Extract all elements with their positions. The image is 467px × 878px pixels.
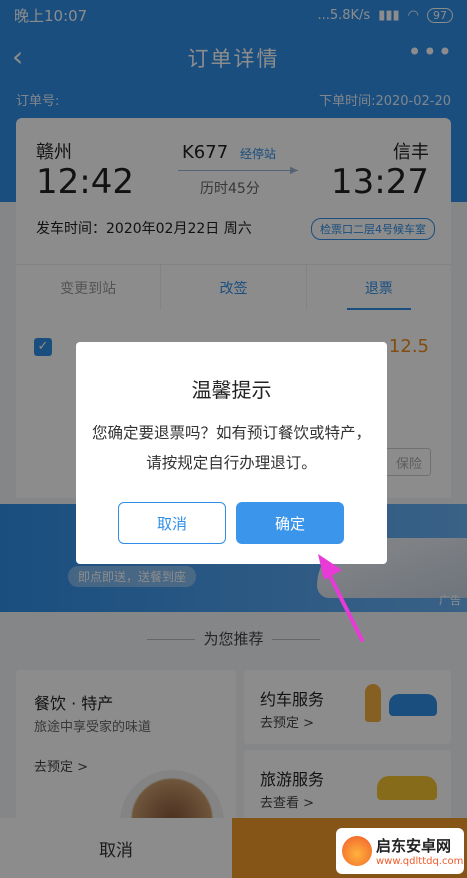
watermark-url: www.qdlttdq.com [376,856,464,867]
dialog-message: 您确定要退票吗？如有预订餐饮或特产，请按规定自行办理退订。 [91,424,371,472]
dialog-cancel-button[interactable]: 取消 [118,502,226,544]
watermark: 启东安卓网 www.qdlttdq.com [336,828,464,874]
pointer-arrow-icon [318,554,364,642]
dialog-title: 温馨提示 [191,378,272,402]
refund-confirm-dialog: 温馨提示 您确定要退票吗？如有预订餐饮或特产，请按规定自行办理退订。 取消 确定 [76,342,387,564]
watermark-logo-icon [342,836,372,866]
watermark-name: 启东安卓网 [376,837,452,855]
dialog-confirm-button[interactable]: 确定 [236,502,344,544]
